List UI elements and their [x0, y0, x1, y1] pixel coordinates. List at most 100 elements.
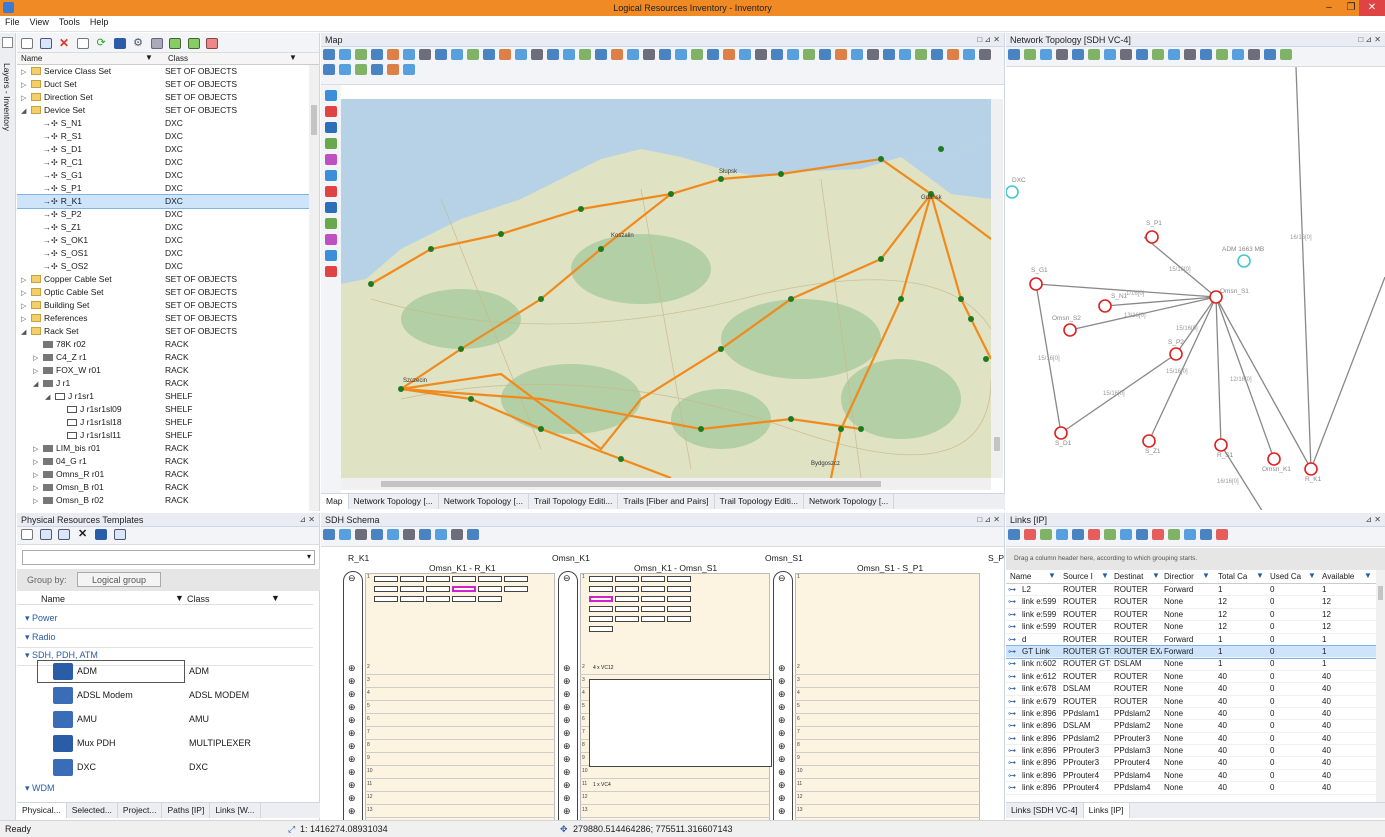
vc-slot[interactable]: [641, 596, 665, 602]
tree-row[interactable]: ▷ Omns_R r01 RACK: [17, 468, 319, 481]
tree-row[interactable]: J r1sr1sl18 SHELF: [17, 416, 319, 429]
topology-node[interactable]: [1145, 230, 1159, 244]
toolbar-tool-icon[interactable]: [355, 529, 367, 540]
expand-icon[interactable]: ⊕: [563, 767, 571, 778]
expand-icon[interactable]: ⊕: [348, 702, 356, 713]
expand-icon[interactable]: ⊕: [778, 689, 786, 700]
toolbar-tool-icon[interactable]: [419, 49, 431, 60]
expand-icon[interactable]: ⊕: [778, 702, 786, 713]
menu-file[interactable]: File: [0, 16, 25, 27]
expand-icon[interactable]: ⊕: [563, 754, 571, 765]
toolbar-tool-icon[interactable]: [1248, 49, 1260, 60]
expand-icon[interactable]: ⊕: [348, 663, 356, 674]
toolbar-tool-icon[interactable]: [1200, 49, 1212, 60]
close-button[interactable]: ✕: [1359, 0, 1385, 16]
expand-icon[interactable]: ⊕: [563, 689, 571, 700]
copy-icon[interactable]: [76, 38, 89, 49]
expand-icon[interactable]: ⊕: [778, 767, 786, 778]
vc-slot[interactable]: [641, 606, 665, 612]
topology-node[interactable]: [1267, 452, 1281, 466]
toolbar-tool-icon[interactable]: [323, 64, 335, 75]
tree-row[interactable]: ▷ LIM_bis r01 RACK: [17, 442, 319, 455]
toolbar-tool-icon[interactable]: [899, 49, 911, 60]
toolbar-tool-icon[interactable]: [611, 49, 623, 60]
filter-icon[interactable]: ▼: [1101, 571, 1109, 580]
expand-icon[interactable]: ⊕: [778, 754, 786, 765]
map-hscroll[interactable]: [341, 478, 991, 490]
tree-row[interactable]: ▷ Service Class Set SET OF OBJECTS: [17, 65, 319, 78]
links-col-header[interactable]: Source I: [1063, 572, 1093, 581]
vc-slot[interactable]: [589, 606, 613, 612]
vc-slot[interactable]: [641, 616, 665, 622]
links-row[interactable]: link e:896 PProuter4 PPdslam4 None 40 0 40 ⊶: [1006, 782, 1376, 795]
map-side-tool-icon[interactable]: [325, 122, 337, 133]
links-col-header[interactable]: Total Ca: [1218, 572, 1247, 581]
expand-icon[interactable]: ⊕: [563, 806, 571, 817]
tree-row[interactable]: →✣ R_K1 DXC: [17, 194, 319, 209]
toolbar-tool-icon[interactable]: [1088, 529, 1100, 540]
toolbar-tool-icon[interactable]: [387, 49, 399, 60]
tree-row[interactable]: →✣ S_OK1 DXC: [17, 234, 319, 247]
toolbar-tool-icon[interactable]: [1152, 529, 1164, 540]
topology-node[interactable]: [1029, 277, 1043, 291]
toolbar-tool-icon[interactable]: [1136, 49, 1148, 60]
toolbar-tool-icon[interactable]: [819, 49, 831, 60]
toolbar-tool-icon[interactable]: [771, 49, 783, 60]
template-item[interactable]: DXC DXC: [37, 756, 313, 779]
expand-icon[interactable]: ⊕: [563, 676, 571, 687]
toolbar-tool-icon[interactable]: [1056, 49, 1068, 60]
expand-icon[interactable]: ⊕: [348, 806, 356, 817]
toolbar-tool-icon[interactable]: [659, 49, 671, 60]
vc-slot[interactable]: [589, 626, 613, 632]
toolbar-tool-icon[interactable]: [547, 49, 559, 60]
map-tab[interactable]: Trail Topology Editi...: [715, 494, 805, 509]
map-side-tool-icon[interactable]: [325, 106, 337, 117]
expand-icon[interactable]: ⊕: [563, 741, 571, 752]
vc-slot[interactable]: [667, 586, 691, 592]
tree-row[interactable]: ▷ FOX_W r01 RACK: [17, 364, 319, 377]
toolbar-tool-icon[interactable]: [1072, 49, 1084, 60]
vc-slot[interactable]: [615, 596, 639, 602]
toolbar-tool-icon[interactable]: [979, 49, 991, 60]
toolbar-tool-icon[interactable]: [323, 529, 335, 540]
bottom-tab[interactable]: Project...: [118, 803, 163, 818]
vc-slot[interactable]: [452, 596, 476, 602]
vc-slot[interactable]: [374, 596, 398, 602]
vc-slot[interactable]: [374, 586, 398, 592]
toolbar-tool-icon[interactable]: [883, 49, 895, 60]
expand-icon[interactable]: ⊕: [563, 780, 571, 791]
toolbar-tool-icon[interactable]: [1008, 49, 1020, 60]
toolbar-tool-icon[interactable]: [787, 49, 799, 60]
tree-row[interactable]: ▷ Omsn_B r02 RACK: [17, 494, 319, 507]
tree-row[interactable]: →✣ R_S1 DXC: [17, 130, 319, 143]
toolbar-tool-icon[interactable]: [1104, 529, 1116, 540]
links-row[interactable]: link n:602 ROUTER GTS DSLAM None 1 0 1 ⊶: [1006, 658, 1376, 671]
pin-icon[interactable]: □ ⊿ ✕: [1358, 35, 1381, 44]
vc-slot[interactable]: [504, 586, 528, 592]
toolbar-tool-icon[interactable]: [947, 49, 959, 60]
toolbar-tool-icon[interactable]: [371, 49, 383, 60]
tree-row[interactable]: →✣ S_P2 DXC: [17, 208, 319, 221]
links-row[interactable]: link e:896 PProuter4 PPdslam4 None 40 0 40 ⊶: [1006, 770, 1376, 783]
toolbar-tool-icon[interactable]: [579, 49, 591, 60]
image-icon[interactable]: [150, 38, 163, 49]
links-row[interactable]: link e:896 DSLAM PPdslam2 None 40 0 40 ⊶: [1006, 720, 1376, 733]
toolbar-tool-icon[interactable]: [451, 49, 463, 60]
tree-row[interactable]: →✣ S_OS2 DXC: [17, 260, 319, 273]
toolbar-tool-icon[interactable]: [1024, 49, 1036, 60]
filter-icon[interactable]: ▼: [1308, 571, 1316, 580]
toolbar-tool-icon[interactable]: [1136, 529, 1148, 540]
edit-icon[interactable]: [58, 529, 71, 540]
tree-row[interactable]: ▷ Optic Cable Set SET OF OBJECTS: [17, 286, 319, 299]
toolbar-tool-icon[interactable]: [1088, 49, 1100, 60]
toolbar-tool-icon[interactable]: [803, 49, 815, 60]
tree-scrollbar[interactable]: [309, 65, 319, 511]
expand-icon[interactable]: ⊕: [348, 780, 356, 791]
tree-row[interactable]: J r1sr1sl11 SHELF: [17, 429, 319, 442]
map-vscroll[interactable]: [991, 99, 1003, 478]
expand-icon[interactable]: ⊕: [563, 702, 571, 713]
links-row[interactable]: link e:612 ROUTER ROUTER None 40 0 40 ⊶: [1006, 671, 1376, 684]
map-side-tool-icon[interactable]: [325, 170, 337, 181]
vc-slot[interactable]: [589, 576, 613, 582]
vc-slot[interactable]: [615, 616, 639, 622]
